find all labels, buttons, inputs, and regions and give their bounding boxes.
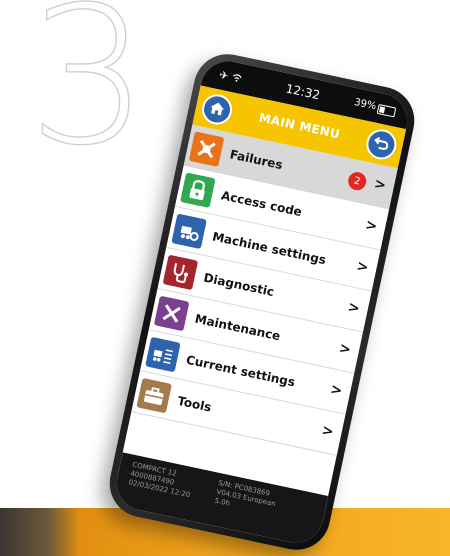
chevron-right-icon: > <box>328 381 344 400</box>
footer-left: COMPACT 12 4000887490 02/03/2022 12:20 <box>128 461 195 500</box>
wifi-icon <box>230 71 242 86</box>
menu-label: Failures <box>228 146 284 172</box>
padlock-icon <box>180 171 216 208</box>
failures-count-badge: 2 <box>346 170 368 192</box>
main-menu-list: Failures 2 > Access code > Machine setti… <box>131 124 398 456</box>
phone-body: ✈ 12:32 39% MAIN MENU Failures 2 > Acces… <box>103 47 421 556</box>
chevron-right-icon: > <box>355 258 370 277</box>
battery-fill <box>379 106 386 114</box>
menu-label: Tools <box>176 393 213 415</box>
step-number: 3 <box>27 0 149 187</box>
menu-label: Access code <box>219 187 304 219</box>
airplane-icon: ✈ <box>217 68 230 83</box>
chevron-right-icon: > <box>337 340 353 359</box>
chevron-right-icon: > <box>346 299 362 318</box>
machine-list-icon <box>145 336 181 372</box>
chevron-right-icon: > <box>320 422 336 441</box>
phone-screen: ✈ 12:32 39% MAIN MENU Failures 2 > Acces… <box>111 56 413 548</box>
footer-right: S/N: PC083869 V04.03 European 5.0h <box>214 479 279 518</box>
home-icon <box>207 98 227 120</box>
menu-label: Maintenance <box>193 311 282 343</box>
battery-percent: 39% <box>353 96 378 113</box>
back-button[interactable] <box>363 126 400 163</box>
chevron-right-icon: > <box>363 217 379 236</box>
status-icons: ✈ <box>218 68 243 85</box>
stethoscope-icon <box>162 254 199 290</box>
machine-gear-icon <box>171 213 208 249</box>
battery-icon <box>376 103 397 118</box>
status-time: 12:32 <box>284 81 322 103</box>
toolbox-icon <box>136 377 173 413</box>
tools-icon <box>153 295 190 331</box>
menu-label: Diagnostic <box>202 270 276 299</box>
wrench-alert-icon <box>188 130 225 167</box>
home-button[interactable] <box>199 91 235 128</box>
chevron-right-icon: > <box>372 175 388 195</box>
back-arrow-icon <box>372 133 392 155</box>
